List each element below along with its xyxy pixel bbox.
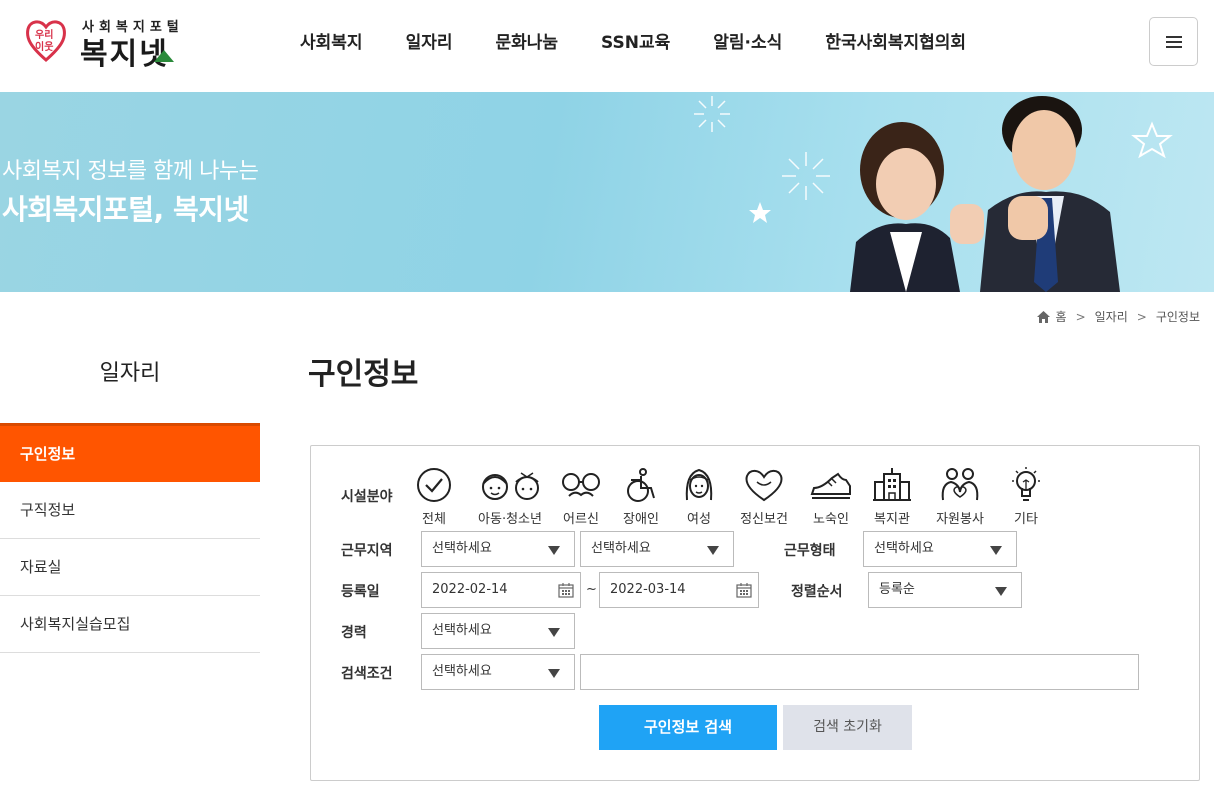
category-other[interactable]: 기타 [991,466,1061,527]
region-select-1-value: 선택하세요 [432,541,492,556]
banner-subtitle: 사회복지 정보를 함께 나누는 [2,159,259,184]
main-nav: 사회복지 일자리 문화나눔 SSN교육 알림·소식 한국사회복지협의회 [300,28,1009,53]
date-to-value: 2022-03-14 [610,582,686,597]
side-menu: 구인정보 구직정보 자료실 사회복지실습모집 [0,423,260,653]
side-item-job-offers[interactable]: 구인정보 [0,423,260,482]
chevron-right-icon: > [1075,309,1086,324]
date-to-input[interactable]: 2022-03-14 [599,572,759,608]
dropdown-arrow-icon [990,546,1002,555]
side-item-practicum[interactable]: 사회복지실습모집 [0,596,260,653]
category-label: 노숙인 [813,512,849,527]
category-label: 기타 [1014,512,1038,527]
category-label: 정신보건 [740,512,788,527]
lightbulb-icon [1012,467,1040,501]
category-label: 복지관 [874,512,910,527]
worktype-select[interactable]: 선택하세요 [863,531,1017,567]
calendar-icon[interactable] [736,582,752,598]
date-range-separator: ~ [586,582,597,597]
building-icon [873,468,911,501]
worktype-select-value: 선택하세요 [874,541,934,556]
nav-culture[interactable]: 문화나눔 [495,28,558,53]
category-homeless[interactable]: 노숙인 [796,466,866,527]
dropdown-arrow-icon [548,669,560,678]
region-select-2[interactable]: 선택하세요 [580,531,734,567]
search-panel: 시설분야 전체 아동·청소년 어르신 장애인 여성 정신보건 노숙인 복지관 자… [310,445,1200,781]
category-mental-health[interactable]: 정신보건 [729,466,799,527]
nav-ssn-education[interactable]: SSN교육 [601,28,670,53]
career-select-value: 선택하세요 [432,623,492,638]
chevron-right-icon: > [1136,309,1147,324]
site-logo[interactable]: 우리 이웃 사회복지포털 복지넷 [26,14,186,72]
category-volunteer[interactable]: 자원봉사 [925,466,995,527]
check-circle-icon [417,468,451,502]
condition-select-value: 선택하세요 [432,664,492,679]
breadcrumb: 홈 > 일자리 > 구인정보 [1036,308,1200,325]
banner-title: 사회복지포털, 복지넷 [2,193,249,226]
site-header: 우리 이웃 사회복지포털 복지넷 사회복지 일자리 문화나눔 SSN교육 알림·… [0,0,1214,92]
logo-triangle-icon [154,50,174,62]
hamburger-menu-button[interactable] [1149,17,1198,66]
sort-label: 정렬순서 [791,584,843,600]
dropdown-arrow-icon [548,546,560,555]
logo-heart-icon: 우리 이웃 [26,20,66,62]
region-label: 근무지역 [341,543,393,559]
hero-banner: 사회복지 정보를 함께 나누는 사회복지포털, 복지넷 [0,92,1214,292]
category-label: 아동·청소년 [478,512,542,527]
breadcrumb-jobs[interactable]: 일자리 [1095,308,1128,325]
children-icon [482,472,539,500]
hamburger-icon [1166,36,1182,38]
nav-social-welfare[interactable]: 사회복지 [300,28,363,53]
condition-select[interactable]: 선택하세요 [421,654,575,690]
hamburger-icon-line [1166,41,1182,43]
region-select-2-value: 선택하세요 [591,541,651,556]
sort-select-value: 등록순 [879,582,915,597]
region-select-1[interactable]: 선택하세요 [421,531,575,567]
svg-text:우리: 우리 [35,28,53,41]
career-label: 경력 [341,625,367,641]
facility-label: 시설분야 [341,489,393,505]
nav-jobs[interactable]: 일자리 [406,28,453,53]
side-title: 일자리 [99,361,161,386]
side-item-resources[interactable]: 자료실 [0,539,260,596]
category-label: 전체 [422,512,446,527]
reset-button[interactable]: 검색 초기화 [783,705,912,750]
dropdown-arrow-icon [548,628,560,637]
date-label: 등록일 [341,584,380,600]
breadcrumb-home[interactable]: 홈 [1056,308,1067,325]
page-title: 구인정보 [308,357,419,392]
category-women[interactable]: 여성 [664,466,734,527]
hamburger-icon-line [1166,46,1182,48]
search-button[interactable]: 구인정보 검색 [599,705,777,750]
category-label: 자원봉사 [936,512,984,527]
sort-select[interactable]: 등록순 [868,572,1022,608]
category-label: 여성 [687,512,711,527]
calendar-icon[interactable] [558,582,574,598]
nav-news[interactable]: 알림·소식 [713,28,782,53]
banner-people-image [850,96,1120,292]
category-children[interactable]: 아동·청소년 [472,466,548,527]
category-all[interactable]: 전체 [399,466,469,527]
dropdown-arrow-icon [707,546,719,555]
home-icon[interactable] [1036,310,1050,323]
wheelchair-icon [627,468,655,502]
date-from-value: 2022-02-14 [432,582,508,597]
date-from-input[interactable]: 2022-02-14 [421,572,581,608]
dropdown-arrow-icon [995,587,1007,596]
breadcrumb-current: 구인정보 [1155,310,1200,324]
condition-label: 검색조건 [341,666,393,682]
career-select[interactable]: 선택하세요 [421,613,575,649]
nav-council[interactable]: 한국사회복지협의회 [825,28,966,53]
category-welfare-center[interactable]: 복지관 [857,466,927,527]
keyword-input[interactable] [580,654,1139,690]
heart-icon [745,469,783,502]
woman-icon [685,468,713,501]
shoe-icon [810,472,851,499]
side-item-job-seekers[interactable]: 구직정보 [0,482,260,539]
volunteer-icon [941,468,979,501]
worktype-label: 근무형태 [784,543,836,559]
svg-text:이웃: 이웃 [35,40,53,53]
glasses-mustache-icon [562,473,600,497]
